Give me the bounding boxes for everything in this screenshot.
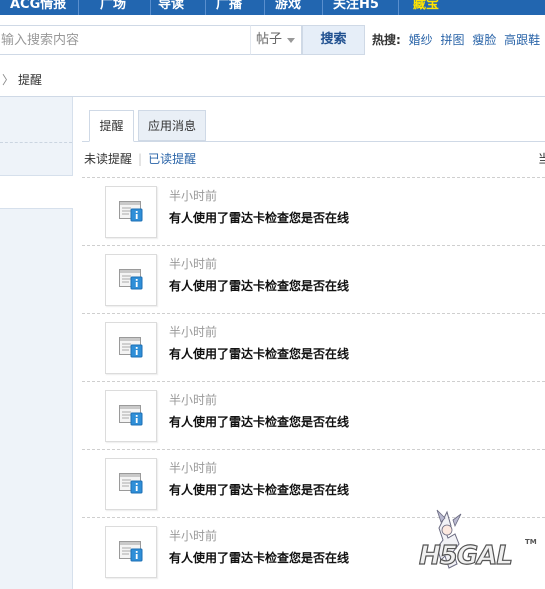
info-window-icon (119, 541, 143, 562)
notice-message: 有人使用了雷达卡检查您是否在线 (169, 347, 350, 361)
filter-right-link[interactable]: 当 (538, 150, 545, 168)
logo-text: H5GAL (419, 541, 512, 571)
notice-thumbnail (105, 186, 157, 238)
tab-app-messages[interactable]: 应用消息 (138, 110, 206, 141)
filter-read[interactable]: 已读提醒 (148, 152, 196, 166)
sidebar-menu-block (0, 97, 73, 176)
hot-search-link[interactable]: 拼图 (440, 33, 464, 47)
hot-search: 热搜: 婚纱 拼图 瘦脸 高跟鞋 (372, 25, 540, 55)
sidebar-panel (0, 208, 73, 589)
logo-tm: TM (525, 538, 537, 546)
nav-divider (264, 0, 265, 15)
list-item[interactable]: 半小时前 有人使用了雷达卡检查您是否在线 (82, 313, 545, 382)
nav-divider (205, 0, 206, 15)
notice-message: 有人使用了雷达卡检查您是否在线 (169, 415, 350, 429)
hot-search-link[interactable]: 婚纱 (409, 33, 433, 47)
nav-item-follow-h5[interactable]: 关注H5 (333, 0, 379, 15)
info-window-icon (119, 337, 143, 358)
breadcrumb-current: 提醒 (18, 73, 43, 87)
nav-divider (150, 0, 151, 15)
notice-message: 有人使用了雷达卡检查您是否在线 (169, 551, 350, 565)
divider (82, 141, 545, 142)
divider (0, 142, 72, 143)
info-window-icon (119, 201, 143, 222)
nav-item-games[interactable]: 游戏 (275, 0, 301, 15)
info-window-icon (119, 269, 143, 290)
hot-search-link[interactable]: 瘦脸 (472, 33, 496, 47)
hot-search-label: 热搜: (372, 33, 401, 47)
breadcrumb-separator-icon: 〉 (2, 73, 15, 87)
list-item[interactable]: 半小时前 有人使用了雷达卡检查您是否在线 (82, 177, 545, 246)
list-item[interactable]: 半小时前 有人使用了雷达卡检查您是否在线 (82, 245, 545, 314)
nav-item-square[interactable]: 广场 (100, 0, 126, 15)
search-bar: 帖子 搜索 热搜: 婚纱 拼图 瘦脸 高跟鞋 (0, 25, 545, 57)
hot-search-link[interactable]: 高跟鞋 (504, 33, 540, 47)
notice-thumbnail (105, 322, 157, 374)
reminder-filter: 未读提醒 | 已读提醒 (84, 150, 196, 168)
notice-time: 半小时前 (169, 325, 218, 339)
nav-item-guide[interactable]: 导读 (158, 0, 184, 15)
notice-message: 有人使用了雷达卡检查您是否在线 (169, 211, 350, 225)
notice-time: 半小时前 (169, 189, 218, 203)
search-button[interactable]: 搜索 (302, 25, 365, 55)
search-type-select[interactable]: 帖子 (250, 25, 302, 55)
filter-unread[interactable]: 未读提醒 (84, 152, 132, 166)
chevron-down-icon (287, 38, 295, 43)
search-type-label: 帖子 (256, 32, 283, 47)
notice-time: 半小时前 (169, 257, 218, 271)
top-nav: ACG情报 广场 导读 广播 游戏 关注H5 藏宝 (0, 0, 545, 15)
h5gal-logo: H5GAL TM (418, 509, 537, 572)
sidebar (0, 97, 73, 589)
tab-reminders[interactable]: 提醒 (89, 110, 134, 142)
info-window-icon (119, 473, 143, 494)
nav-divider (398, 0, 399, 15)
notice-message: 有人使用了雷达卡检查您是否在线 (169, 279, 350, 293)
notice-time: 半小时前 (169, 393, 218, 407)
search-input[interactable] (0, 25, 250, 55)
nav-item-treasure[interactable]: 藏宝 (413, 0, 439, 15)
nav-divider (322, 0, 323, 15)
nav-item-broadcast[interactable]: 广播 (216, 0, 242, 15)
nav-divider (78, 0, 79, 15)
filter-separator: | (138, 152, 143, 166)
nav-item-acg[interactable]: ACG情报 (10, 0, 66, 15)
notice-thumbnail (105, 526, 157, 578)
notice-message: 有人使用了雷达卡检查您是否在线 (169, 483, 350, 497)
notice-time: 半小时前 (169, 529, 218, 543)
notice-time: 半小时前 (169, 461, 218, 475)
breadcrumb: 〉提醒 (0, 66, 545, 97)
notice-thumbnail (105, 390, 157, 442)
list-item[interactable]: 半小时前 有人使用了雷达卡检查您是否在线 (82, 381, 545, 450)
notice-thumbnail (105, 458, 157, 510)
notice-thumbnail (105, 254, 157, 306)
info-window-icon (119, 405, 143, 426)
